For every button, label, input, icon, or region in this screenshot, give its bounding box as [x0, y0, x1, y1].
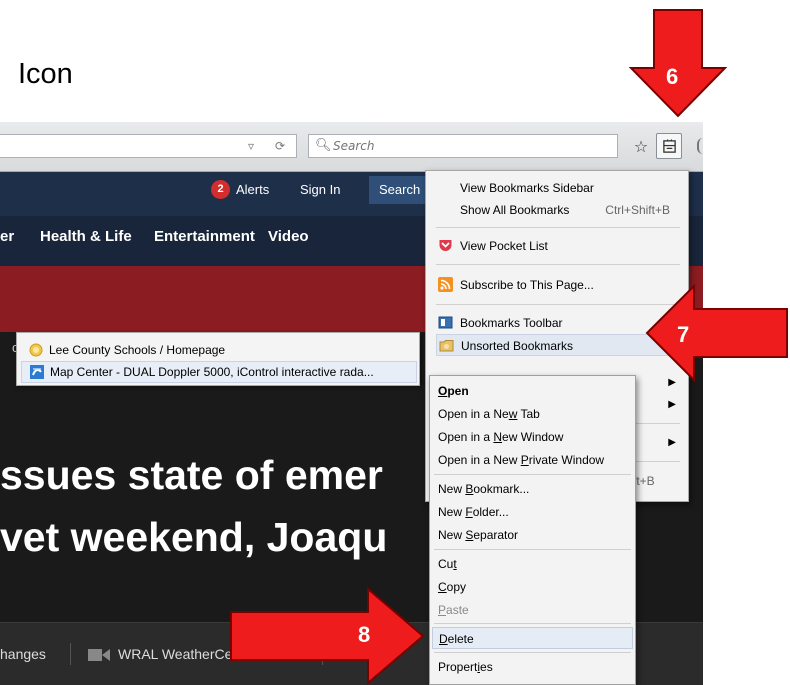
search-box[interactable]: 🔍︎ — [308, 134, 618, 158]
folder-icon — [439, 340, 454, 352]
context-cut[interactable]: Cut — [432, 553, 633, 575]
bookmark-item-lee-county[interactable]: Lee County Schools / Homepage — [21, 339, 417, 361]
unsorted-bookmarks-list: Lee County Schools / Homepage Map Center… — [16, 332, 420, 386]
bookmark-context-menu: Open Open in a New Tab Open in a New Win… — [429, 375, 636, 685]
reload-icon[interactable]: ⟳ — [275, 139, 285, 153]
step-8-number: 8 — [358, 622, 371, 647]
search-icon: 🔍︎ — [315, 138, 332, 153]
submenu-arrow-icon: ▶ — [668, 437, 676, 448]
context-open[interactable]: Open — [432, 380, 633, 402]
site-search-button[interactable]: Search — [369, 176, 429, 204]
annotation-label: Icon — [18, 58, 73, 90]
context-new-folder[interactable]: New Folder... — [432, 501, 633, 523]
context-copy[interactable]: Copy — [432, 576, 633, 598]
menu-separator — [434, 623, 631, 624]
window-edge — [697, 138, 703, 154]
shortcut-text-partial: ft+B — [633, 474, 655, 488]
context-new-separator[interactable]: New Separator — [432, 524, 633, 546]
step-7-number: 7 — [677, 322, 690, 347]
nav-item-health[interactable]: Health & Life — [40, 228, 132, 245]
rss-feed-icon — [438, 277, 453, 292]
context-delete[interactable]: Delete — [432, 627, 633, 649]
context-open-new-window[interactable]: Open in a New Window — [432, 426, 633, 448]
bookmarks-toolbar-icon — [438, 316, 453, 329]
url-bar[interactable]: ▿ ⟳ — [0, 134, 297, 158]
menu-separator — [434, 549, 631, 550]
bookmark-favicon-icon — [29, 343, 43, 357]
browser-toolbar: ▿ ⟳ 🔍︎ ☆ — [0, 122, 703, 172]
search-input[interactable] — [333, 137, 603, 155]
headline-line-2[interactable]: vet weekend, Joaqu — [0, 514, 387, 561]
bookmarks-menu-button[interactable] — [656, 133, 682, 159]
video-item-partial[interactable]: hanges — [0, 646, 46, 662]
video-camera-icon — [88, 649, 110, 661]
menu-separator — [434, 474, 631, 475]
pocket-icon — [439, 240, 452, 251]
step-8-arrow — [230, 586, 425, 685]
weather-favicon-icon — [30, 365, 44, 379]
bookmark-star-icon[interactable]: ☆ — [628, 133, 654, 159]
menu-item-pocket[interactable]: View Pocket List — [436, 235, 680, 257]
context-new-bookmark[interactable]: New Bookmark... — [432, 478, 633, 500]
menu-separator — [436, 227, 680, 228]
divider — [70, 643, 71, 665]
context-paste[interactable]: Paste — [432, 599, 633, 621]
bookmarks-menu-icon — [662, 138, 676, 153]
context-properties[interactable]: Properties — [432, 656, 633, 678]
shortcut-text: Ctrl+Shift+B — [605, 203, 670, 217]
headline-line-1[interactable]: ssues state of emer — [0, 452, 383, 499]
alerts-link[interactable]: Alerts — [236, 182, 269, 197]
nav-item-partial[interactable]: er — [0, 228, 14, 245]
bookmark-title: Lee County Schools / Homepage — [49, 343, 226, 357]
menu-separator — [436, 264, 680, 265]
nav-item-video[interactable]: Video — [268, 228, 309, 245]
alerts-count-badge: 2 — [211, 180, 230, 199]
nav-item-entertainment[interactable]: Entertainment — [154, 228, 255, 245]
sign-in-link[interactable]: Sign In — [300, 182, 340, 197]
step-7-arrow — [645, 283, 788, 383]
context-open-new-tab[interactable]: Open in a New Tab — [432, 403, 633, 425]
bookmark-item-map-center[interactable]: Map Center - DUAL Doppler 5000, iControl… — [21, 361, 417, 383]
submenu-arrow-icon: ▶ — [668, 399, 676, 410]
menu-item-show-all[interactable]: Show All Bookmarks Ctrl+Shift+B — [436, 199, 680, 221]
menu-item-view-sidebar[interactable]: View Bookmarks Sidebar — [436, 177, 680, 199]
dropdown-icon[interactable]: ▿ — [248, 139, 254, 153]
bookmark-title: Map Center - DUAL Doppler 5000, iControl… — [50, 365, 374, 379]
step-6-number: 6 — [666, 64, 679, 89]
context-open-private-window[interactable]: Open in a New Private Window — [432, 449, 633, 471]
menu-separator — [434, 652, 631, 653]
